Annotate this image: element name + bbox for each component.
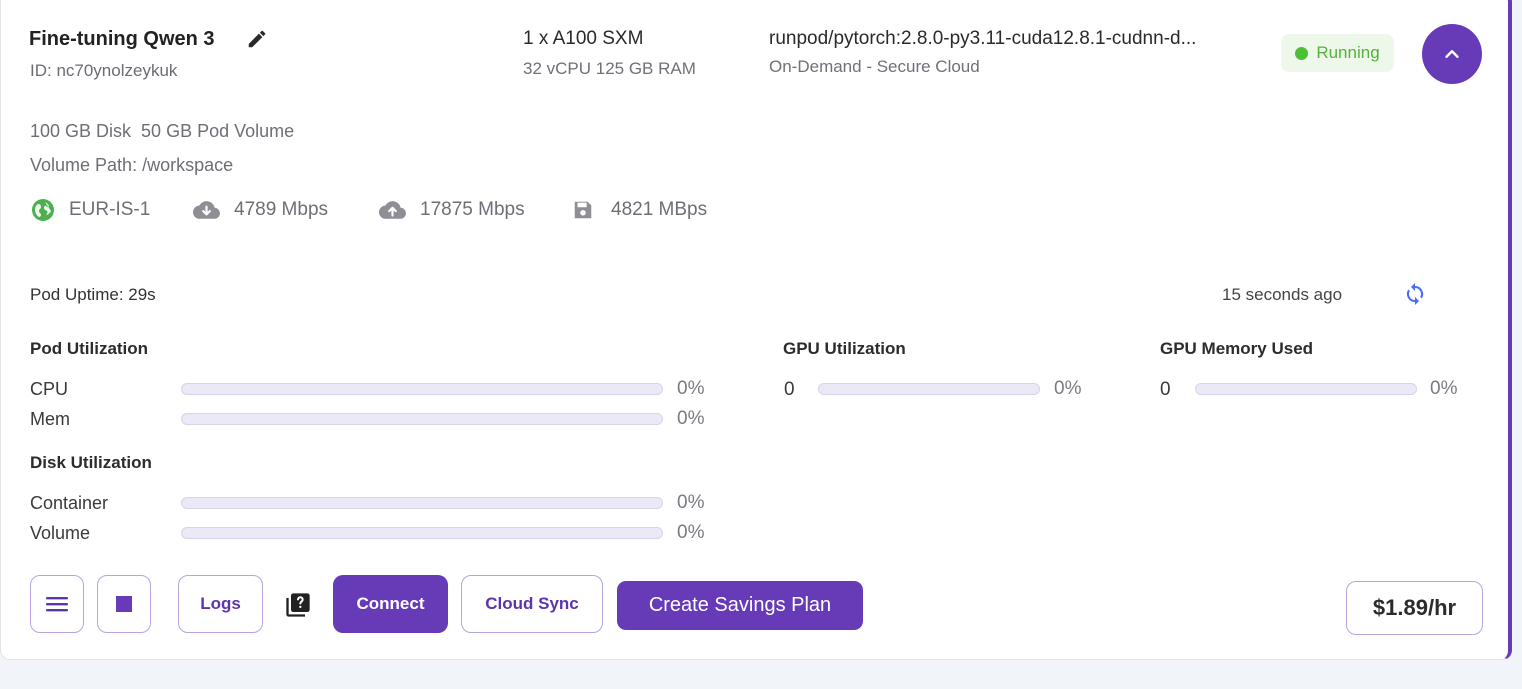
- download-speed: 4789 Mbps: [193, 197, 328, 223]
- container-label: Container: [30, 493, 109, 513]
- price: $1.89/hr: [1346, 581, 1483, 635]
- container-bar: [181, 497, 663, 509]
- pod-id: ID: nc70ynolzeykuk: [30, 61, 178, 80]
- gpu-memory-heading: GPU Memory Used: [1160, 339, 1314, 358]
- cpu-label: CPU: [30, 379, 69, 399]
- pod-specs: 32 vCPU 125 GB RAM: [523, 59, 696, 78]
- status-dot: [1295, 46, 1309, 60]
- chevron-up-icon: [1445, 50, 1459, 58]
- upload-speed: 17875 Mbps: [379, 197, 525, 223]
- logs-button[interactable]: Logs: [178, 575, 263, 633]
- status-badge: Running: [1281, 34, 1394, 72]
- pod-card: Fine-tuning Qwen 3 ID: nc70ynolzeykuk 1 …: [0, 0, 1512, 660]
- gpu-index: 0: [784, 379, 795, 400]
- help-icon[interactable]: [284, 591, 312, 619]
- edit-icon[interactable]: [246, 28, 268, 50]
- disk-speed-text: 4821 MBps: [611, 199, 708, 220]
- cloud-upload-icon: [379, 201, 406, 219]
- pod-uptime: Pod Uptime: 29s: [30, 285, 156, 304]
- cloud-sync-button[interactable]: Cloud Sync: [461, 575, 603, 633]
- gpu-type: 1 x A100 SXM: [523, 28, 644, 49]
- disk-speed: 4821 MBps: [572, 197, 707, 223]
- disk-size: 100 GB Disk: [30, 121, 132, 141]
- menu-button[interactable]: [30, 575, 84, 633]
- disk-info: 100 GB Disk 50 GB Pod Volume: [30, 121, 294, 142]
- cloud-type: On-Demand - Secure Cloud: [769, 57, 980, 76]
- cpu-percent: 0%: [677, 378, 705, 399]
- container-percent: 0%: [677, 492, 705, 513]
- download-speed-text: 4789 Mbps: [234, 199, 329, 220]
- gpu-memory-bar: [1195, 383, 1417, 395]
- disk-utilization-heading: Disk Utilization: [30, 453, 152, 472]
- menu-icon: [46, 597, 68, 612]
- volume-label: Volume: [30, 523, 91, 543]
- status-text: Running: [1316, 43, 1380, 62]
- last-updated: 15 seconds ago: [1222, 285, 1343, 304]
- mem-bar: [181, 413, 663, 425]
- mem-percent: 0%: [677, 408, 705, 429]
- volume-path: Volume Path: /workspace: [30, 155, 234, 175]
- globe-icon: [32, 199, 54, 221]
- refresh-icon[interactable]: [1403, 282, 1427, 306]
- collapse-button[interactable]: [1422, 24, 1482, 84]
- gpu-bar: [818, 383, 1040, 395]
- volume-percent: 0%: [677, 522, 705, 543]
- pod-utilization-heading: Pod Utilization: [30, 339, 149, 358]
- gpu-memory-percent: 0%: [1430, 378, 1458, 399]
- gpu-percent: 0%: [1054, 378, 1082, 399]
- gpu-memory-index: 0: [1160, 379, 1171, 400]
- create-savings-plan-button[interactable]: Create Savings Plan: [617, 581, 863, 630]
- region: EUR-IS-1: [31, 197, 150, 223]
- save-icon: [574, 201, 592, 219]
- gpu-utilization-heading: GPU Utilization: [783, 339, 906, 358]
- upload-speed-text: 17875 Mbps: [420, 199, 525, 220]
- cpu-bar: [181, 383, 663, 395]
- pod-volume-size: 50 GB Pod Volume: [141, 121, 295, 141]
- region-text: EUR-IS-1: [69, 199, 151, 220]
- pod-name: Fine-tuning Qwen 3: [29, 28, 215, 50]
- stop-button[interactable]: [97, 575, 151, 633]
- container-image: runpod/pytorch:2.8.0-py3.11-cuda12.8.1-c…: [769, 28, 1197, 49]
- cloud-download-icon: [193, 201, 220, 219]
- mem-label: Mem: [30, 409, 70, 429]
- volume-bar: [181, 527, 663, 539]
- connect-button[interactable]: Connect: [333, 575, 448, 633]
- stop-icon: [116, 596, 132, 612]
